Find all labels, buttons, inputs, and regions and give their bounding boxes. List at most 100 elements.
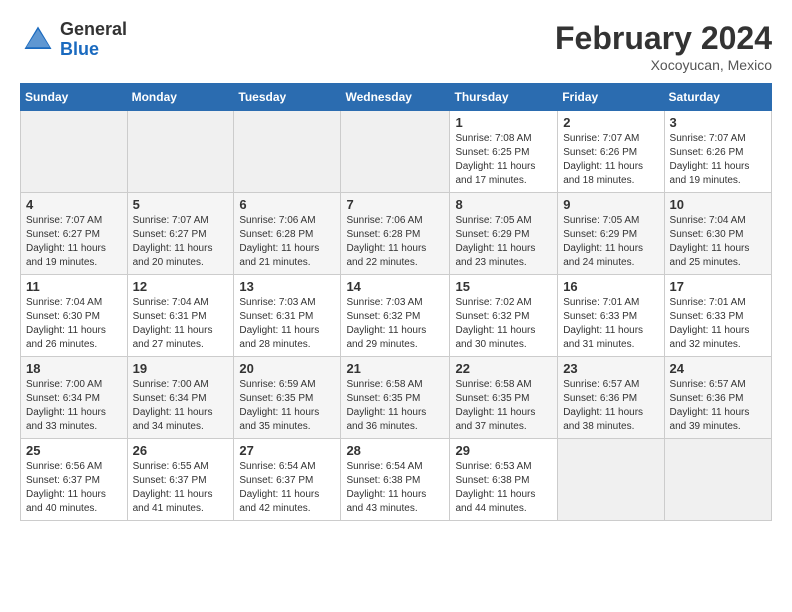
month-title: February 2024 — [555, 20, 772, 57]
day-cell: 4 Sunrise: 7:07 AM Sunset: 6:27 PM Daylig… — [21, 193, 128, 275]
location: Xocoyucan, Mexico — [555, 57, 772, 73]
day-number: 21 — [346, 361, 444, 376]
day-number: 11 — [26, 279, 122, 294]
day-number: 16 — [563, 279, 658, 294]
calendar-table: SundayMondayTuesdayWednesdayThursdayFrid… — [20, 83, 772, 521]
day-cell: 29Sunrise: 6:53 AM Sunset: 6:38 PM Dayli… — [450, 439, 558, 521]
day-info: Sunrise: 7:03 AM Sunset: 6:32 PM Dayligh… — [346, 296, 444, 352]
day-info: Sunrise: 6:55 AM Sunset: 6:37 PM Dayligh… — [133, 460, 229, 516]
day-cell: 22 Sunrise: 6:58 AM Sunset: 6:35 PM Dayli… — [450, 357, 558, 439]
header-wednesday: Wednesday — [341, 84, 450, 111]
day-number: 1 — [455, 115, 552, 130]
week-row-3: 18 Sunrise: 7:00 AM Sunset: 6:34 PM Dayli… — [21, 357, 772, 439]
day-number: 22 — [455, 361, 552, 376]
day-info: Sunrise: 7:04 AM Sunset: 6:31 PM Dayligh… — [133, 296, 229, 352]
day-number: 12 — [133, 279, 229, 294]
day-info: Sunrise: 7:06 AM Sunset: 6:28 PM Dayligh… — [346, 214, 444, 270]
day-cell — [341, 111, 450, 193]
day-number: 17 — [670, 279, 766, 294]
day-info: Sunrise: 7:00 AM Sunset: 6:34 PM Dayligh… — [133, 378, 229, 434]
day-number: 28 — [346, 443, 444, 458]
day-info: Sunrise: 7:01 AM Sunset: 6:33 PM Dayligh… — [670, 296, 766, 352]
day-info: Sunrise: 7:06 AM Sunset: 6:28 PM Dayligh… — [239, 214, 335, 270]
day-info: Sunrise: 6:56 AM Sunset: 6:37 PM Dayligh… — [26, 460, 122, 516]
day-number: 4 — [26, 197, 122, 212]
day-info: Sunrise: 7:04 AM Sunset: 6:30 PM Dayligh… — [26, 296, 122, 352]
day-info: Sunrise: 7:02 AM Sunset: 6:32 PM Dayligh… — [455, 296, 552, 352]
day-number: 14 — [346, 279, 444, 294]
day-cell: 14 Sunrise: 7:03 AM Sunset: 6:32 PM Dayli… — [341, 275, 450, 357]
day-number: 25 — [26, 443, 122, 458]
day-info: Sunrise: 7:04 AM Sunset: 6:30 PM Dayligh… — [670, 214, 766, 270]
logo-text: General Blue — [60, 20, 127, 60]
day-info: Sunrise: 6:54 AM Sunset: 6:38 PM Dayligh… — [346, 460, 444, 516]
day-number: 6 — [239, 197, 335, 212]
day-cell: 23 Sunrise: 6:57 AM Sunset: 6:36 PM Dayli… — [558, 357, 664, 439]
day-info: Sunrise: 7:07 AM Sunset: 6:27 PM Dayligh… — [133, 214, 229, 270]
day-number: 23 — [563, 361, 658, 376]
header-sunday: Sunday — [21, 84, 128, 111]
header-monday: Monday — [127, 84, 234, 111]
day-info: Sunrise: 7:00 AM Sunset: 6:34 PM Dayligh… — [26, 378, 122, 434]
day-number: 7 — [346, 197, 444, 212]
day-cell: 15 Sunrise: 7:02 AM Sunset: 6:32 PM Dayli… — [450, 275, 558, 357]
day-cell: 27 Sunrise: 6:54 AM Sunset: 6:37 PM Dayli… — [234, 439, 341, 521]
week-row-1: 4 Sunrise: 7:07 AM Sunset: 6:27 PM Daylig… — [21, 193, 772, 275]
day-cell: 6 Sunrise: 7:06 AM Sunset: 6:28 PM Daylig… — [234, 193, 341, 275]
day-cell — [664, 439, 771, 521]
day-info: Sunrise: 6:54 AM Sunset: 6:37 PM Dayligh… — [239, 460, 335, 516]
week-row-0: 1 Sunrise: 7:08 AM Sunset: 6:25 PM Daylig… — [21, 111, 772, 193]
logo-icon — [20, 22, 56, 58]
day-info: Sunrise: 7:05 AM Sunset: 6:29 PM Dayligh… — [455, 214, 552, 270]
day-number: 8 — [455, 197, 552, 212]
logo: General Blue — [20, 20, 127, 60]
day-number: 9 — [563, 197, 658, 212]
day-number: 3 — [670, 115, 766, 130]
day-cell — [234, 111, 341, 193]
day-info: Sunrise: 7:07 AM Sunset: 6:26 PM Dayligh… — [670, 132, 766, 188]
header-friday: Friday — [558, 84, 664, 111]
day-number: 2 — [563, 115, 658, 130]
day-number: 19 — [133, 361, 229, 376]
day-cell: 21 Sunrise: 6:58 AM Sunset: 6:35 PM Dayli… — [341, 357, 450, 439]
day-cell: 25 Sunrise: 6:56 AM Sunset: 6:37 PM Dayli… — [21, 439, 128, 521]
day-number: 20 — [239, 361, 335, 376]
day-number: 26 — [133, 443, 229, 458]
header-saturday: Saturday — [664, 84, 771, 111]
day-number: 15 — [455, 279, 552, 294]
day-cell: 2 Sunrise: 7:07 AM Sunset: 6:26 PM Daylig… — [558, 111, 664, 193]
day-cell — [558, 439, 664, 521]
day-number: 5 — [133, 197, 229, 212]
day-info: Sunrise: 6:57 AM Sunset: 6:36 PM Dayligh… — [563, 378, 658, 434]
day-number: 27 — [239, 443, 335, 458]
title-block: February 2024 Xocoyucan, Mexico — [555, 20, 772, 73]
week-row-2: 11 Sunrise: 7:04 AM Sunset: 6:30 PM Dayli… — [21, 275, 772, 357]
page-header: General Blue February 2024 Xocoyucan, Me… — [20, 20, 772, 73]
day-cell: 11 Sunrise: 7:04 AM Sunset: 6:30 PM Dayli… — [21, 275, 128, 357]
day-number: 29 — [455, 443, 552, 458]
day-cell: 5 Sunrise: 7:07 AM Sunset: 6:27 PM Daylig… — [127, 193, 234, 275]
day-cell: 18 Sunrise: 7:00 AM Sunset: 6:34 PM Dayli… — [21, 357, 128, 439]
day-info: Sunrise: 6:57 AM Sunset: 6:36 PM Dayligh… — [670, 378, 766, 434]
day-cell — [127, 111, 234, 193]
day-cell: 24 Sunrise: 6:57 AM Sunset: 6:36 PM Dayli… — [664, 357, 771, 439]
day-info: Sunrise: 7:07 AM Sunset: 6:26 PM Dayligh… — [563, 132, 658, 188]
day-number: 18 — [26, 361, 122, 376]
day-info: Sunrise: 7:07 AM Sunset: 6:27 PM Dayligh… — [26, 214, 122, 270]
day-info: Sunrise: 7:01 AM Sunset: 6:33 PM Dayligh… — [563, 296, 658, 352]
day-info: Sunrise: 7:08 AM Sunset: 6:25 PM Dayligh… — [455, 132, 552, 188]
day-number: 24 — [670, 361, 766, 376]
day-info: Sunrise: 7:03 AM Sunset: 6:31 PM Dayligh… — [239, 296, 335, 352]
day-info: Sunrise: 6:58 AM Sunset: 6:35 PM Dayligh… — [455, 378, 552, 434]
header-tuesday: Tuesday — [234, 84, 341, 111]
day-cell: 28 Sunrise: 6:54 AM Sunset: 6:38 PM Dayli… — [341, 439, 450, 521]
day-info: Sunrise: 6:59 AM Sunset: 6:35 PM Dayligh… — [239, 378, 335, 434]
day-info: Sunrise: 7:05 AM Sunset: 6:29 PM Dayligh… — [563, 214, 658, 270]
day-cell: 10Sunrise: 7:04 AM Sunset: 6:30 PM Dayli… — [664, 193, 771, 275]
day-cell: 1 Sunrise: 7:08 AM Sunset: 6:25 PM Daylig… — [450, 111, 558, 193]
day-cell: 13Sunrise: 7:03 AM Sunset: 6:31 PM Dayli… — [234, 275, 341, 357]
day-info: Sunrise: 6:58 AM Sunset: 6:35 PM Dayligh… — [346, 378, 444, 434]
day-cell: 20 Sunrise: 6:59 AM Sunset: 6:35 PM Dayli… — [234, 357, 341, 439]
day-cell — [21, 111, 128, 193]
day-cell: 17 Sunrise: 7:01 AM Sunset: 6:33 PM Dayli… — [664, 275, 771, 357]
